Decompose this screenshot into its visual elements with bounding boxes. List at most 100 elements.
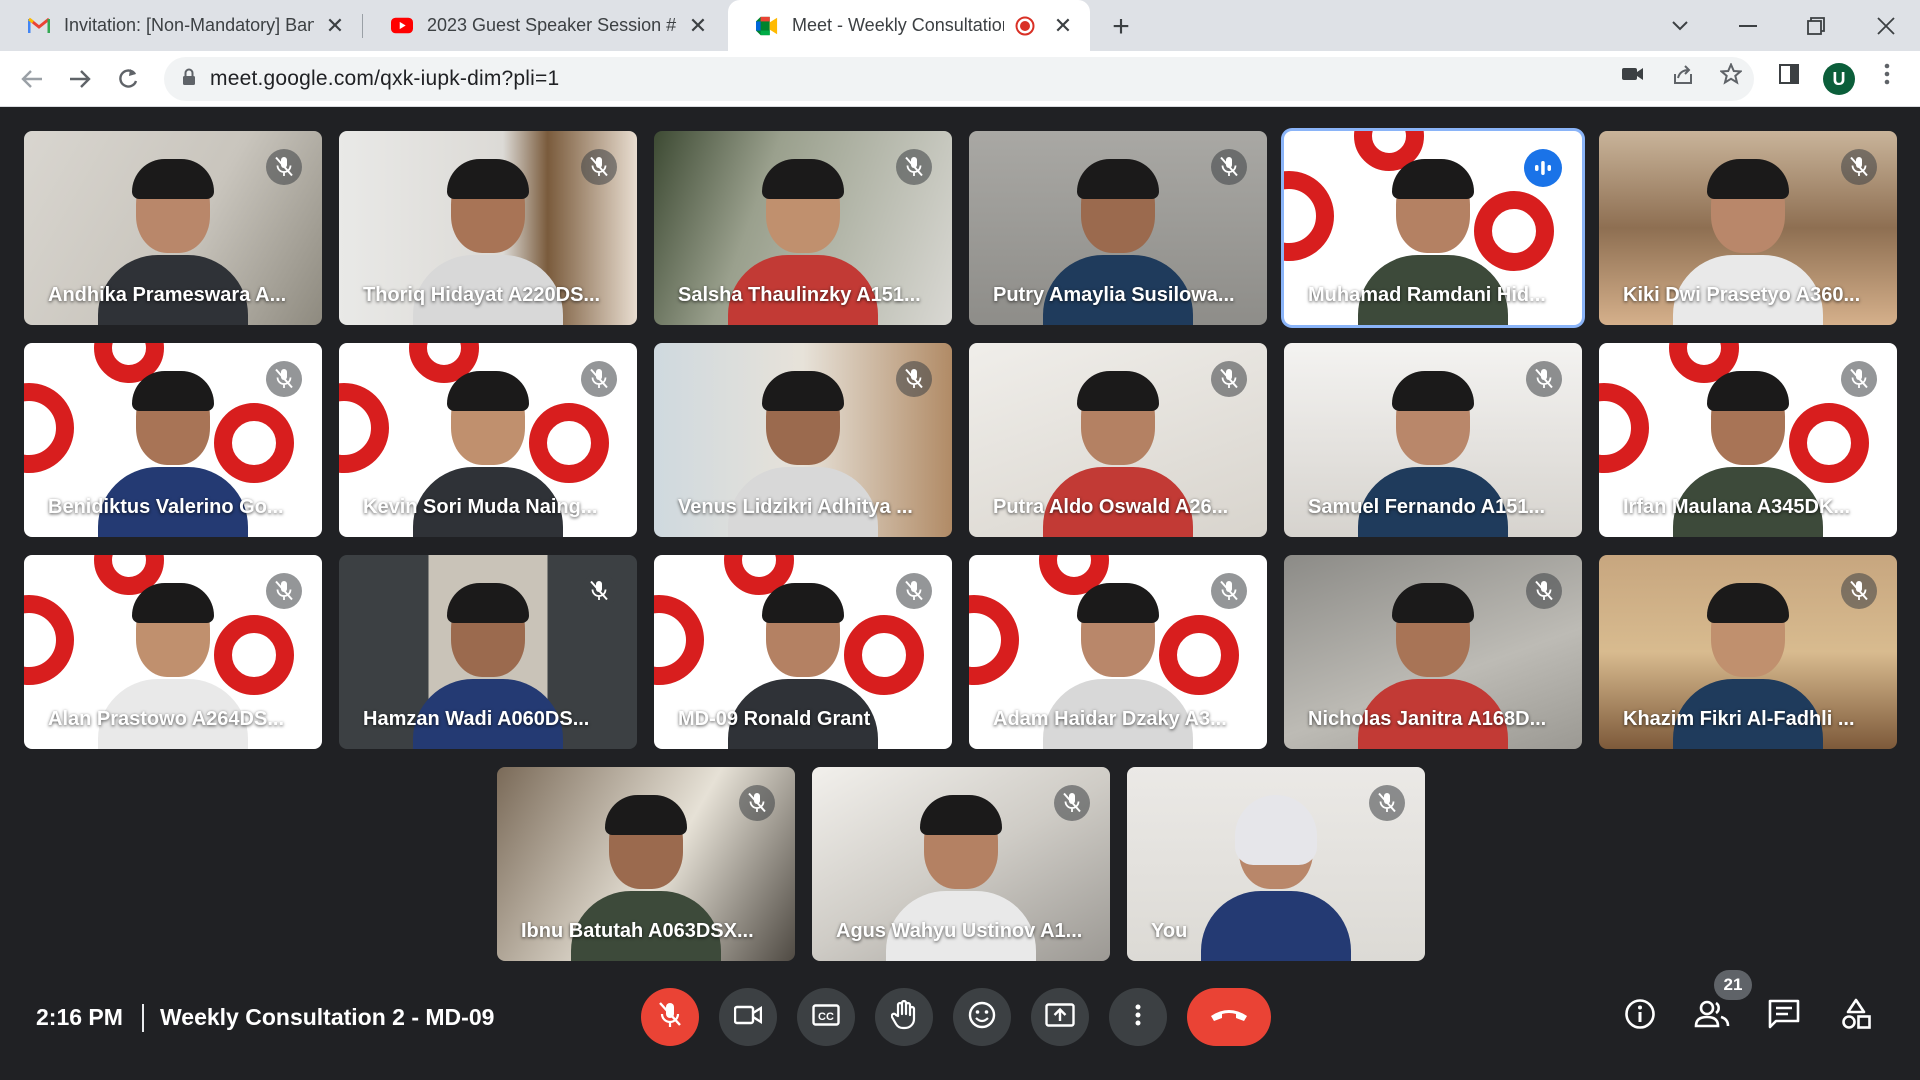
present-screen-button[interactable] [1031, 988, 1089, 1046]
participant-name: Benidiktus Valerino Go... [48, 496, 284, 518]
participant-name: Khazim Fikri Al-Fadhli ... [1623, 708, 1855, 730]
tab-youtube-session[interactable]: 2023 Guest Speaker Session #1 - ✕ [363, 0, 725, 51]
mic-muted-icon [581, 573, 617, 609]
close-tab-icon[interactable]: ✕ [322, 13, 348, 39]
participant-tile[interactable]: Nicholas Janitra A168D... [1284, 555, 1582, 749]
mic-muted-icon [266, 149, 302, 185]
participant-tile[interactable]: Samuel Fernando A151... [1284, 343, 1582, 537]
shapes-icon [1840, 998, 1872, 1035]
meeting-details-button[interactable] [1620, 996, 1660, 1036]
participant-tile[interactable]: Khazim Fikri Al-Fadhli ... [1599, 555, 1897, 749]
title-divider [142, 1004, 144, 1032]
new-tab-button[interactable]: + [1105, 10, 1137, 43]
participant-tile[interactable]: Muhamad Ramdani Hid... [1284, 131, 1582, 325]
video-camera-icon [733, 1005, 763, 1030]
participant-name: Alan Prastowo A264DS... [48, 708, 284, 730]
participant-tile[interactable]: Irfan Maulana A345DK... [1599, 343, 1897, 537]
close-tab-icon[interactable]: ✕ [1050, 13, 1076, 39]
participant-name: Ibnu Batutah A063DSX... [521, 920, 754, 942]
participant-tile[interactable]: MD-09 Ronald Grant [654, 555, 952, 749]
participant-tile[interactable]: Salsha Thaulinzky A151... [654, 131, 952, 325]
participant-tile[interactable]: Kiki Dwi Prasetyo A360... [1599, 131, 1897, 325]
participant-name: Irfan Maulana A345DK... [1623, 496, 1851, 518]
participant-tile[interactable]: Benidiktus Valerino Go... [24, 343, 322, 537]
camera-permission-icon[interactable] [1620, 61, 1646, 87]
mic-muted-icon [1211, 149, 1247, 185]
present-icon [1045, 1002, 1075, 1032]
browser-menu-icon[interactable] [1874, 61, 1900, 87]
reactions-button[interactable] [953, 988, 1011, 1046]
meeting-title: Weekly Consultation 2 - MD-09 [160, 1004, 495, 1030]
profile-avatar[interactable]: U [1823, 63, 1855, 95]
meet-icon [756, 15, 778, 37]
participant-name: Nicholas Janitra A168D... [1308, 708, 1547, 730]
chat-button[interactable] [1764, 996, 1804, 1036]
mic-muted-icon [1841, 361, 1877, 397]
reload-button[interactable] [110, 61, 146, 97]
mic-muted-icon [581, 149, 617, 185]
microphone-off-button[interactable] [641, 988, 699, 1046]
mic-muted-icon [1211, 361, 1247, 397]
mic-muted-icon [739, 785, 775, 821]
raise-hand-button[interactable] [875, 988, 933, 1046]
closed-captions-icon: CC [812, 1003, 840, 1031]
participant-tile[interactable]: Venus Lidzikri Adhitya ... [654, 343, 952, 537]
participant-name: Adam Haidar Dzaky A3... [993, 708, 1227, 730]
hand-icon [890, 999, 917, 1035]
mic-muted-icon [896, 573, 932, 609]
mic-muted-icon [1526, 573, 1562, 609]
participant-tile[interactable]: Thoriq Hidayat A220DS... [339, 131, 637, 325]
participant-tile[interactable]: Agus Wahyu Ustinov A1... [812, 767, 1110, 961]
url-text: meet.google.com/qxk-iupk-dim?pli=1 [210, 67, 560, 90]
address-bar[interactable]: meet.google.com/qxk-iupk-dim?pli=1 [164, 57, 1754, 101]
browser-tab-strip: Invitation: [Non-Mandatory] Ban ✕ 2023 G… [0, 0, 1920, 51]
tab-meet-weekly-consultation[interactable]: Meet - Weekly Consultation ✕ [728, 0, 1090, 51]
tab-search-icon[interactable] [1660, 8, 1700, 44]
people-button[interactable] [1692, 996, 1732, 1036]
background-logo-ring [1599, 383, 1649, 473]
forward-button[interactable] [62, 61, 98, 97]
mic-muted-icon [1369, 785, 1405, 821]
participant-tile[interactable]: Putry Amaylia Susilowa... [969, 131, 1267, 325]
leave-call-button[interactable] [1187, 988, 1271, 1046]
people-icon [1694, 1000, 1730, 1033]
activities-button[interactable] [1836, 996, 1876, 1036]
mic-muted-icon [266, 361, 302, 397]
participant-tile[interactable]: You [1127, 767, 1425, 961]
participant-tile[interactable]: Hamzan Wadi A060DS... [339, 555, 637, 749]
participant-tile[interactable]: Ibnu Batutah A063DSX... [497, 767, 795, 961]
minimize-icon[interactable] [1728, 8, 1768, 44]
mic-muted-icon [1841, 573, 1877, 609]
camera-button[interactable] [719, 988, 777, 1046]
participant-tile[interactable]: Adam Haidar Dzaky A3... [969, 555, 1267, 749]
tab-gmail-invitation[interactable]: Invitation: [Non-Mandatory] Ban ✕ [0, 0, 362, 51]
bookmark-star-icon[interactable] [1718, 61, 1744, 87]
close-tab-icon[interactable]: ✕ [685, 13, 711, 39]
tab-title: 2023 Guest Speaker Session #1 - [427, 15, 677, 35]
participant-tile[interactable]: Putra Aldo Oswald A26... [969, 343, 1267, 537]
mic-muted-icon [1841, 149, 1877, 185]
info-icon [1624, 998, 1656, 1035]
side-panel-icon[interactable] [1776, 61, 1802, 87]
mic-muted-icon [1211, 573, 1247, 609]
more-options-button[interactable] [1109, 988, 1167, 1046]
background-logo-ring [654, 595, 704, 685]
close-window-icon[interactable] [1866, 8, 1906, 44]
participant-name: Kiki Dwi Prasetyo A360... [1623, 284, 1861, 306]
svg-text:CC: CC [818, 1011, 834, 1023]
participant-tile[interactable]: Kevin Sori Muda Naing... [339, 343, 637, 537]
participant-name: Muhamad Ramdani Hid... [1308, 284, 1546, 306]
back-button[interactable] [14, 61, 50, 97]
lock-icon[interactable] [182, 68, 196, 91]
participant-tile[interactable]: Andhika Prameswara A... [24, 131, 322, 325]
mic-off-icon [657, 1001, 683, 1034]
speaking-indicator-icon [1524, 149, 1562, 187]
meeting-clock: 2:16 PM [36, 1004, 123, 1030]
participant-tile[interactable]: Alan Prastowo A264DS... [24, 555, 322, 749]
tab-title: Meet - Weekly Consultation [792, 15, 1004, 35]
more-vert-icon [1135, 1004, 1141, 1031]
share-icon[interactable] [1670, 61, 1696, 87]
captions-button[interactable]: CC [797, 988, 855, 1046]
participant-count-badge: 21 [1714, 970, 1752, 1000]
restore-icon[interactable] [1796, 8, 1836, 44]
